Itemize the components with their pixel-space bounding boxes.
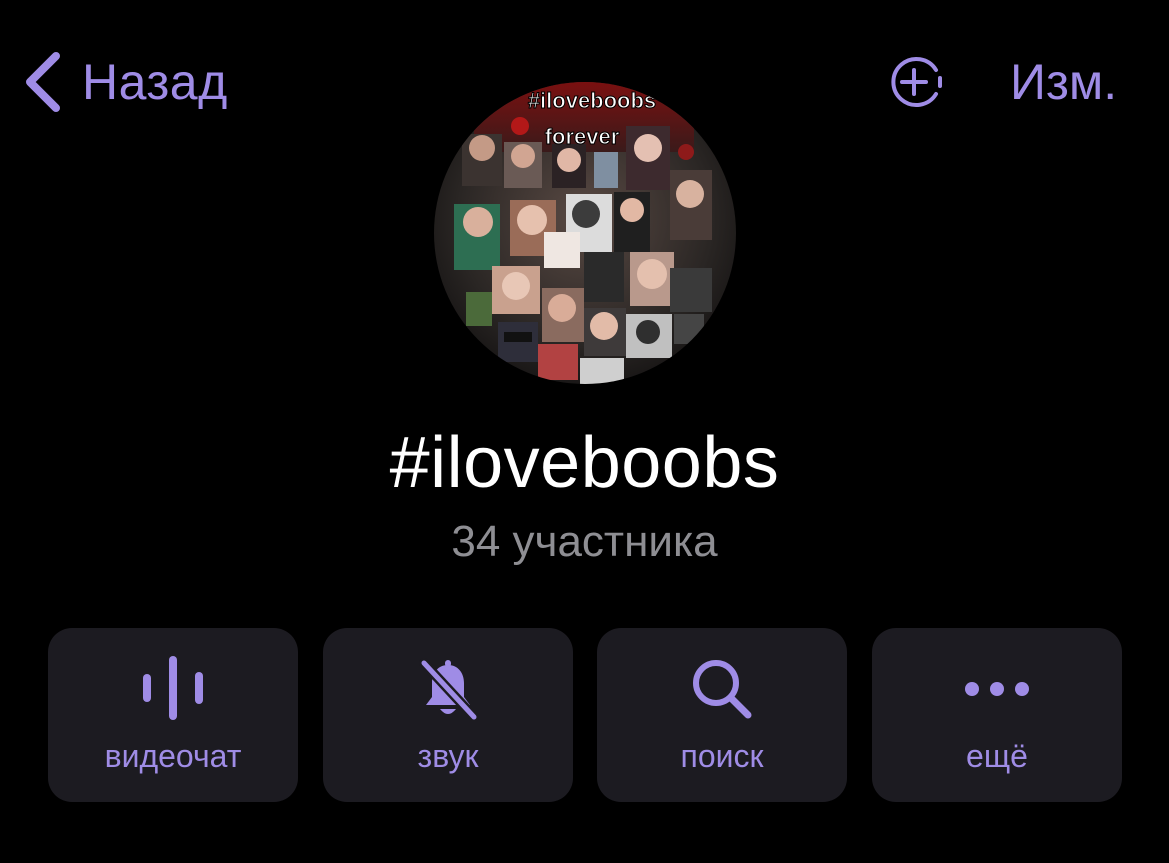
back-label: Назад [82, 54, 228, 110]
video-chat-label: видеочат [104, 738, 242, 774]
more-icon [965, 682, 1029, 696]
voice-chat-icon [143, 656, 203, 720]
search-button[interactable]: поиск [597, 628, 847, 802]
add-member-button[interactable] [884, 52, 948, 112]
group-avatar[interactable]: #iloveboobs forever [434, 82, 736, 384]
more-label: ещё [966, 738, 1028, 774]
group-title: #iloveboobs [389, 423, 780, 503]
avatar-caption-line2: forever [545, 124, 620, 149]
back-button[interactable]: Назад [22, 50, 228, 114]
sound-label: звук [417, 738, 479, 774]
avatar-caption-line1: #iloveboobs [528, 88, 656, 113]
edit-button[interactable]: Изм. [1010, 50, 1117, 114]
member-count: 34 участника [451, 517, 718, 566]
search-icon [693, 660, 752, 719]
avatar-collage-image: #iloveboobs forever [434, 82, 736, 384]
add-circle-icon [891, 57, 942, 107]
sound-button[interactable]: звук [323, 628, 573, 802]
search-label: поиск [680, 738, 764, 774]
chevron-left-icon [26, 52, 60, 112]
bell-slash-icon [419, 658, 479, 721]
more-button[interactable]: ещё [872, 628, 1122, 802]
video-chat-button[interactable]: видеочат [48, 628, 298, 802]
